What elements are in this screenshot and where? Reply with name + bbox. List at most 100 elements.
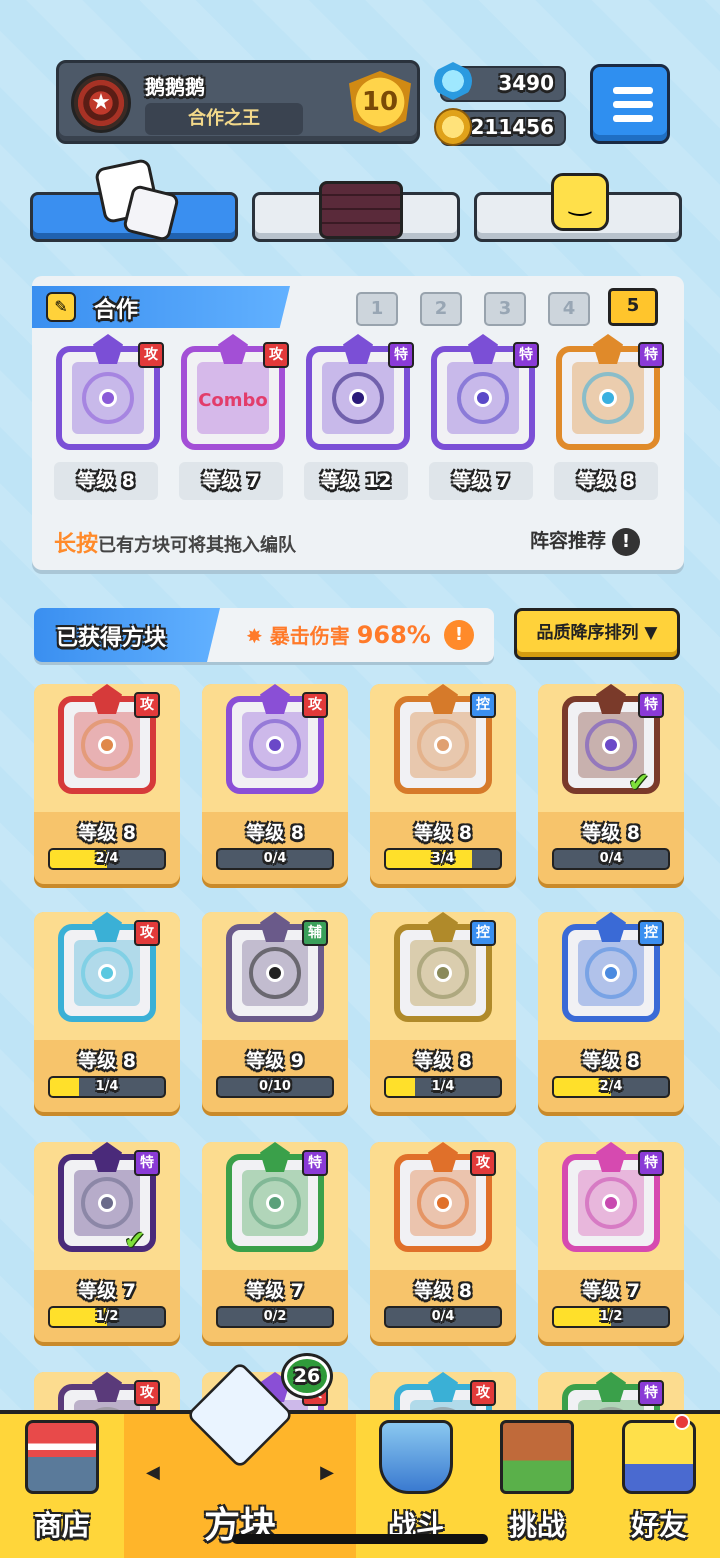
owned-label: 已获得方块 [34,608,220,662]
block-dot [434,1194,452,1212]
rank-badge[interactable]: 10 [349,71,411,133]
card-level: 等级 7 [246,1280,304,1302]
board-icon [319,181,403,239]
player-name: 鹅鹅鹅 [145,75,205,99]
team-slot-4[interactable]: 4 [548,292,590,326]
recommend-button[interactable]: 阵容推荐! [530,526,641,556]
owned-block-card[interactable]: 攻等级 8 1/4 [34,912,180,1112]
nav-shop-label: 商店 [33,1509,90,1542]
dragon-crest-icon [468,334,498,364]
tab-board[interactable] [252,181,460,242]
owned-block-card[interactable]: 特等级 7 0/2 [202,1142,348,1342]
block-icon: 特 [556,334,664,450]
block-icon: 特 ✔ [562,684,664,798]
crit-info-icon[interactable]: ! [444,620,474,650]
team-slot-2[interactable]: 2 [420,292,462,326]
hint-text: 已有方块可将其拖入编队 [98,535,297,556]
info-icon: ! [612,527,641,556]
card-level: 等级 7 [78,1280,136,1302]
tab-emoji[interactable]: ‿ [474,173,682,242]
card-progress-bar: 3/4 [384,848,502,870]
menu-button[interactable] [590,64,670,144]
shop-icon [25,1420,99,1494]
nav-challenge[interactable]: 挑战 [476,1414,598,1558]
progress-text: 1/4 [431,1079,455,1094]
team-hint: 长按已有方块可将其拖入编队 [54,526,296,558]
block-type-tag: 攻 [138,342,164,368]
player-profile-panel[interactable]: ★ 鹅鹅鹅 合作之王 10 [56,60,420,144]
coin-icon [434,108,472,146]
progress-text: 1/4 [95,1079,119,1094]
block-type-tag: 特 [134,1150,160,1176]
block-icon: 特 [431,334,539,450]
nav-shop[interactable]: 商店 [0,1414,124,1558]
block-dot [98,736,116,754]
block-dot [349,389,367,407]
team-slot-5[interactable]: 5 [608,288,658,326]
owned-block-card[interactable]: 特 ✔ 等级 8 0/4 [538,684,684,884]
card-level: 等级 8 [414,822,472,844]
owned-block-card[interactable]: 攻等级 8 2/4 [34,684,180,884]
owned-block-card[interactable]: 攻等级 8 0/4 [370,1142,516,1342]
owned-block-card[interactable]: 辅等级 9 0/10 [202,912,348,1112]
team-panel: ✎ 合作 1 2 3 4 5 攻等级 8 Combo 攻等级 7 特等级 12 特等级 … [32,276,684,570]
team-member-4[interactable]: 特 [431,334,539,450]
crit-burst-icon: ✸ [246,624,263,648]
card-level: 等级 8 [582,822,640,844]
block-dot [474,389,492,407]
progress-text: 1/2 [95,1309,119,1324]
team-member-2[interactable]: Combo 攻 [181,334,289,450]
team-slot-3[interactable]: 3 [484,292,526,326]
pencil-icon[interactable]: ✎ [46,292,76,322]
block-dot [434,964,452,982]
block-type-tag: 特 [638,1150,664,1176]
team-slot-1[interactable]: 1 [356,292,398,326]
team-member-level: 等级 7 [429,462,533,500]
team-member-3[interactable]: 特 [306,334,414,450]
arrow-right-icon[interactable]: ▶ [320,1462,334,1483]
card-level: 等级 8 [414,1280,472,1302]
team-member-1[interactable]: 攻 [56,334,164,450]
block-icon: 特 ✔ [58,1142,160,1256]
owned-block-card[interactable]: 控等级 8 2/4 [538,912,684,1112]
block-type-tag: 控 [638,920,664,946]
player-avatar[interactable]: ★ [71,73,131,133]
progress-text: 0/2 [263,1309,287,1324]
team-name: 合作 [94,298,139,323]
owned-header: 已获得方块 ✸ 暴击伤害 968% ! [34,608,494,662]
check-icon: ✔ [124,1226,146,1256]
owned-block-card[interactable]: 特等级 7 1/2 [538,1142,684,1342]
team-label[interactable]: ✎ 合作 [32,286,290,328]
block-type-tag: 攻 [134,920,160,946]
combo-text: Combo [198,390,268,411]
home-indicator [232,1534,488,1544]
progress-text: 0/10 [259,1079,291,1094]
block-type-tag: 攻 [134,692,160,718]
block-icon: Combo 攻 [181,334,289,450]
sort-label: 品质降序排列 [536,623,639,643]
tab-dice[interactable] [30,157,238,243]
dragon-crest-icon [593,334,623,364]
box-count-badge: 26 [284,1356,330,1396]
block-type-tag: 特 [638,342,664,368]
owned-block-card[interactable]: 控等级 8 3/4 [370,684,516,884]
sort-dropdown[interactable]: 品质降序排列 ▼ [514,608,680,660]
owned-block-card[interactable]: 攻等级 8 0/4 [202,684,348,884]
block-icon: 特 [226,1142,328,1252]
owned-title: 已获得方块 [56,626,167,651]
nav-friends[interactable]: 好友 [598,1414,720,1558]
block-type-tag: 攻 [263,342,289,368]
card-progress-bar: 1/4 [384,1076,502,1098]
gem-amount: 3490 [498,71,554,95]
owned-block-card[interactable]: 控等级 8 1/4 [370,912,516,1112]
card-progress-bar: 1/2 [48,1306,166,1328]
progress-text: 2/4 [599,1079,623,1094]
team-member-5[interactable]: 特 [556,334,664,450]
block-dot [602,964,620,982]
shield-sword-icon [379,1420,453,1494]
block-icon: 攻 [56,334,164,450]
card-level: 等级 9 [246,1050,304,1072]
nav-challenge-label: 挑战 [508,1509,565,1542]
arrow-left-icon[interactable]: ◀ [146,1462,160,1483]
owned-block-card[interactable]: 特 ✔ 等级 7 1/2 [34,1142,180,1342]
